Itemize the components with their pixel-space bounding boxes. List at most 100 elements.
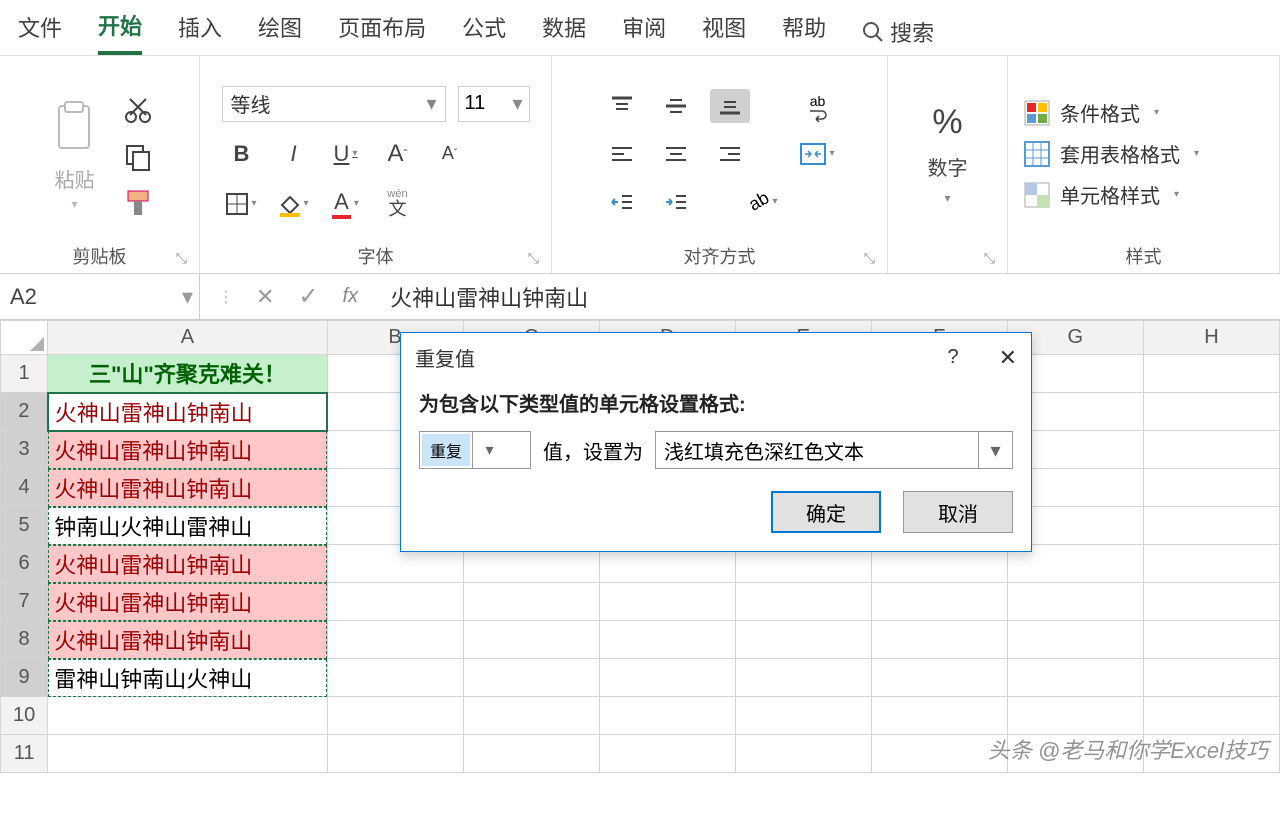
cell-H8[interactable] (1143, 621, 1279, 659)
row-header-11[interactable]: 11 (1, 735, 48, 773)
align-middle-button[interactable] (656, 89, 696, 123)
merge-center-button[interactable]: ▾ (798, 137, 838, 171)
cell-C9[interactable] (463, 659, 599, 697)
cell-A8[interactable]: 火神山雷神山钟南山 (48, 621, 327, 659)
align-bottom-button[interactable] (710, 89, 750, 123)
name-box[interactable]: A2▾ (0, 274, 200, 319)
cell-G9[interactable] (1007, 659, 1143, 697)
cell-B7[interactable] (327, 583, 463, 621)
cell-H4[interactable] (1143, 469, 1279, 507)
tab-insert[interactable]: 插入 (178, 11, 222, 53)
row-header-4[interactable]: 4 (1, 469, 48, 507)
tab-view[interactable]: 视图 (702, 11, 746, 53)
font-size-select[interactable]: 11▾ (458, 86, 530, 122)
font-color-button[interactable]: A▾ (326, 186, 366, 222)
decrease-indent-button[interactable] (602, 185, 642, 219)
dialog-help-icon[interactable]: ? (947, 346, 958, 369)
border-button[interactable]: ▾ (222, 186, 262, 222)
cell-H3[interactable] (1143, 431, 1279, 469)
dialog-titlebar[interactable]: 重复值 ? ✕ (401, 333, 1031, 382)
orientation-button[interactable]: ab▾ (744, 185, 784, 219)
cell-C8[interactable] (463, 621, 599, 659)
tab-formula[interactable]: 公式 (462, 11, 506, 53)
percent-icon[interactable]: % (932, 103, 962, 142)
cell-A4[interactable]: 火神山雷神山钟南山 (48, 469, 327, 507)
fx-icon[interactable]: fx (343, 285, 359, 308)
fill-color-button[interactable]: ▾ (274, 186, 314, 222)
font-name-select[interactable]: 等线▾ (222, 86, 446, 122)
cell-G8[interactable] (1007, 621, 1143, 659)
italic-button[interactable]: I (274, 136, 314, 172)
bold-button[interactable]: B (222, 136, 262, 172)
row-header-2[interactable]: 2 (1, 393, 48, 431)
cell-E10[interactable] (735, 697, 871, 735)
cell-D11[interactable] (599, 735, 735, 773)
cell-A5[interactable]: 钟南山火神山雷神山 (48, 507, 327, 545)
cell-H1[interactable] (1143, 355, 1279, 393)
row-header-5[interactable]: 5 (1, 507, 48, 545)
clipboard-launcher-icon[interactable]: ⤡ (176, 250, 187, 267)
grow-font-button[interactable]: Aˆ (378, 136, 418, 172)
cell-A9[interactable]: 雷神山钟南山火神山 (48, 659, 327, 697)
row-header-8[interactable]: 8 (1, 621, 48, 659)
formula-input[interactable]: 火神山雷神山钟南山 (376, 281, 1280, 313)
format-painter-icon[interactable] (124, 189, 152, 217)
cell-styles-button[interactable]: 单元格样式▾ (1024, 180, 1199, 209)
row-header-6[interactable]: 6 (1, 545, 48, 583)
underline-button[interactable]: U▾ (326, 136, 366, 172)
cell-A10[interactable] (48, 697, 327, 735)
cell-E8[interactable] (735, 621, 871, 659)
cell-D8[interactable] (599, 621, 735, 659)
cell-C11[interactable] (463, 735, 599, 773)
cell-A1[interactable]: 三"山"齐聚克难关！ (48, 355, 327, 393)
format-select[interactable]: 浅红填充色深红色文本 ▾ (655, 431, 1013, 469)
dialog-close-icon[interactable]: ✕ (999, 345, 1017, 371)
cell-C10[interactable] (463, 697, 599, 735)
cell-F7[interactable] (871, 583, 1007, 621)
cell-D7[interactable] (599, 583, 735, 621)
select-all-corner[interactable] (1, 321, 48, 355)
cell-F8[interactable] (871, 621, 1007, 659)
cell-F10[interactable] (871, 697, 1007, 735)
cell-F11[interactable] (871, 735, 1007, 773)
align-center-button[interactable] (656, 137, 696, 171)
wrap-text-button[interactable]: ab (798, 89, 838, 123)
cell-A7[interactable]: 火神山雷神山钟南山 (48, 583, 327, 621)
cell-H2[interactable] (1143, 393, 1279, 431)
expand-icon[interactable]: ⋮ (218, 287, 232, 307)
align-right-button[interactable] (710, 137, 750, 171)
cell-A11[interactable] (48, 735, 327, 773)
col-header-A[interactable]: A (48, 321, 327, 355)
ok-button[interactable]: 确定 (771, 491, 881, 533)
increase-indent-button[interactable] (656, 185, 696, 219)
align-left-button[interactable] (602, 137, 642, 171)
number-launcher-icon[interactable]: ⤡ (984, 250, 995, 267)
tab-help[interactable]: 帮助 (782, 11, 826, 53)
cell-E7[interactable] (735, 583, 871, 621)
cell-H9[interactable] (1143, 659, 1279, 697)
cell-C7[interactable] (463, 583, 599, 621)
tab-draw[interactable]: 绘图 (258, 11, 302, 53)
tab-file[interactable]: 文件 (18, 11, 62, 53)
cell-G10[interactable] (1007, 697, 1143, 735)
cell-B10[interactable] (327, 697, 463, 735)
tab-data[interactable]: 数据 (542, 11, 586, 53)
cell-B8[interactable] (327, 621, 463, 659)
row-header-3[interactable]: 3 (1, 431, 48, 469)
tab-search[interactable]: 搜索 (862, 16, 934, 48)
cell-B9[interactable] (327, 659, 463, 697)
paste-caret-icon[interactable]: ▾ (71, 197, 77, 211)
font-launcher-icon[interactable]: ⤡ (528, 250, 539, 267)
tab-layout[interactable]: 页面布局 (338, 11, 426, 53)
col-header-H[interactable]: H (1143, 321, 1279, 355)
cell-F9[interactable] (871, 659, 1007, 697)
paste-button[interactable] (48, 96, 102, 160)
duplicate-type-select[interactable]: 重复 ▾ (419, 431, 531, 469)
tab-home[interactable]: 开始 (98, 9, 142, 55)
cancel-button[interactable]: 取消 (903, 491, 1013, 533)
tab-review[interactable]: 审阅 (622, 11, 666, 53)
row-header-1[interactable]: 1 (1, 355, 48, 393)
copy-icon[interactable] (124, 143, 152, 171)
cell-B11[interactable] (327, 735, 463, 773)
row-header-9[interactable]: 9 (1, 659, 48, 697)
